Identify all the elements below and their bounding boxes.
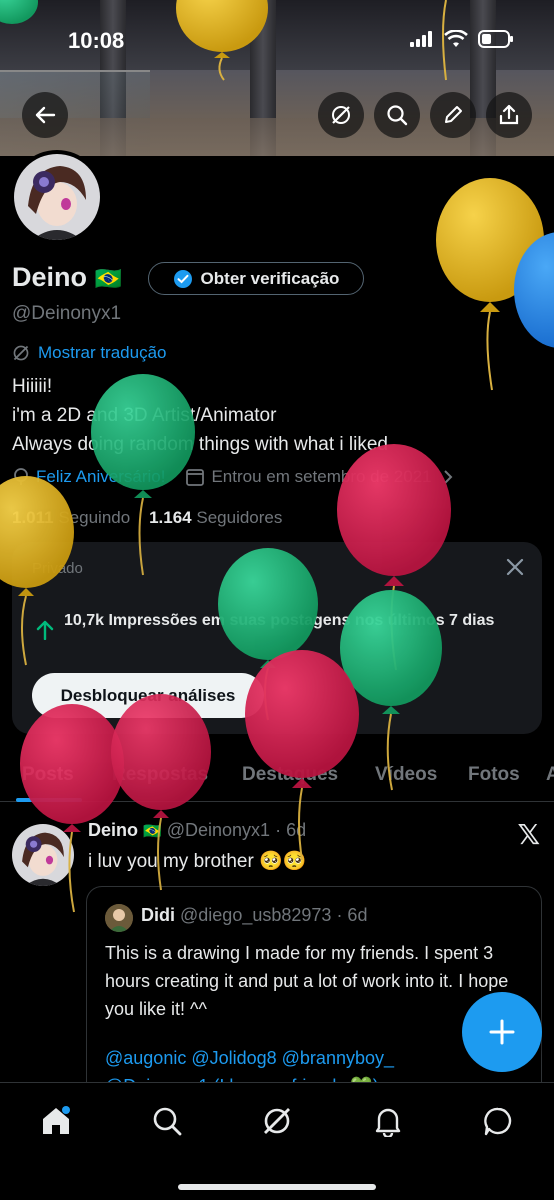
- calendar-icon: [186, 469, 205, 486]
- private-label: Privado: [32, 560, 83, 577]
- quote-author: Didi: [141, 905, 175, 925]
- show-translation-label: Mostrar tradução: [38, 343, 167, 362]
- impressions-text: 10,7k Impressões em suas postagens nos ú…: [64, 612, 495, 629]
- edit-button[interactable]: [430, 92, 476, 138]
- status-icons: [410, 30, 514, 48]
- post-text: i luv you my brother 🥺🥺: [88, 851, 307, 872]
- follow-stats: 1.011 Seguindo 1.164 Seguidores: [12, 508, 282, 528]
- edit-icon: [445, 106, 462, 123]
- following-count: 1.011: [12, 508, 54, 527]
- grok-icon: [332, 106, 350, 124]
- tab-replies[interactable]: Respostas: [112, 764, 208, 786]
- post-avatar[interactable]: [12, 824, 74, 886]
- signal-icon: [410, 31, 432, 47]
- brazil-flag-icon: 🇧🇷: [143, 823, 162, 840]
- balloon-yellow: [436, 178, 544, 391]
- nav-grok[interactable]: [257, 1101, 297, 1141]
- analytics-card: Privado 10,7k Impressões em suas postage…: [12, 542, 542, 734]
- profile-name-text: Deino: [12, 262, 88, 292]
- tab-more[interactable]: A: [546, 764, 554, 786]
- quote-handle: @diego_usb82973: [180, 905, 332, 925]
- nav-home[interactable]: [36, 1101, 76, 1141]
- profile-tabs: Posts Respostas Destaques Vídeos Fotos A: [0, 756, 554, 802]
- close-icon[interactable]: [506, 558, 524, 576]
- grok-icon: [264, 1108, 290, 1134]
- grok-icon: [13, 345, 29, 361]
- x-logo-icon: 𝕏: [517, 819, 540, 850]
- battery-icon: [478, 30, 513, 48]
- tab-videos[interactable]: Vídeos: [375, 764, 437, 786]
- balloon-icon: [14, 468, 28, 485]
- tab-photos[interactable]: Fotos: [468, 764, 520, 786]
- post-handle: @Deinonyx1: [166, 820, 271, 840]
- profile-banner[interactable]: [0, 0, 554, 156]
- quote-text: This is a drawing I made for my friends.…: [105, 943, 509, 1019]
- birthday-link[interactable]: Feliz Aniversário!: [36, 467, 165, 487]
- tab-highlights[interactable]: Destaques: [242, 764, 338, 786]
- post-time: · 6d: [275, 820, 307, 840]
- followers-count: 1.164: [149, 508, 192, 527]
- home-indicator: [178, 1184, 376, 1190]
- share-icon: [499, 104, 519, 125]
- grok-button[interactable]: [318, 92, 364, 138]
- share-button[interactable]: [486, 92, 532, 138]
- active-tab-indicator: [16, 798, 82, 802]
- quote-header: Didi @diego_usb82973 · 6d: [141, 905, 367, 926]
- bottom-navigation: [0, 1082, 554, 1200]
- balloon-blue: [514, 232, 554, 348]
- post-header: Deino 🇧🇷 @Deinonyx1 · 6d: [88, 820, 306, 841]
- show-translation-link[interactable]: Mostrar tradução: [12, 343, 167, 363]
- profile-handle: @Deinonyx1: [12, 303, 122, 324]
- messages-icon: [484, 1107, 512, 1136]
- brazil-flag-icon: 🇧🇷: [94, 265, 122, 291]
- profile-meta: Feliz Aniversário! Entrou em setembro de…: [12, 467, 454, 487]
- status-time: 10:08: [68, 28, 125, 53]
- back-arrow-icon: [35, 106, 56, 124]
- profile-bio: Hiiiii! i'm a 2D and 3D Artist/Animator …: [12, 376, 388, 455]
- search-button[interactable]: [374, 92, 420, 138]
- post-author[interactable]: Deino: [88, 820, 138, 840]
- nav-messages[interactable]: [478, 1101, 518, 1141]
- followers-link[interactable]: 1.164 Seguidores: [149, 508, 282, 527]
- quote-time: · 6d: [336, 905, 368, 925]
- profile-name: Deino 🇧🇷: [12, 262, 122, 293]
- compose-button[interactable]: [462, 992, 542, 1072]
- search-icon: [153, 1107, 182, 1136]
- quote-avatar: [105, 904, 133, 932]
- unlock-analytics-button[interactable]: Desbloquear análises: [32, 673, 264, 718]
- get-verified-button[interactable]: Obter verificação: [148, 262, 364, 295]
- nav-search[interactable]: [147, 1101, 187, 1141]
- back-button[interactable]: [22, 92, 68, 138]
- plus-icon: [489, 1019, 515, 1045]
- nav-notifications[interactable]: [368, 1101, 408, 1141]
- followers-label: Seguidores: [196, 508, 283, 527]
- search-icon: [387, 105, 408, 126]
- home-icon: [43, 1106, 70, 1134]
- following-link[interactable]: 1.011 Seguindo: [12, 508, 130, 527]
- notifications-icon: [375, 1108, 401, 1137]
- following-label: Seguindo: [58, 508, 131, 527]
- get-verified-label: Obter verificação: [200, 268, 340, 288]
- joined-date: Entrou em setembro de 2021: [211, 467, 432, 486]
- chevron-right-icon[interactable]: [442, 469, 454, 485]
- arrow-up-icon: [36, 620, 54, 640]
- profile-avatar[interactable]: [10, 150, 104, 244]
- verified-badge-icon: [173, 269, 192, 288]
- tab-posts[interactable]: Posts: [22, 764, 74, 786]
- wifi-icon: [444, 30, 468, 47]
